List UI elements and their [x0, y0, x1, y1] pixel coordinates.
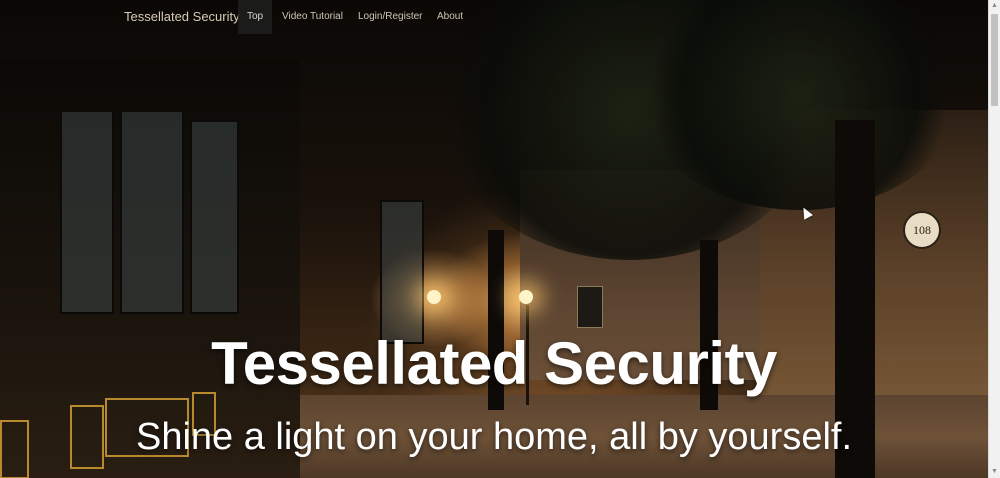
- nav-link-login-register[interactable]: Login/Register: [349, 0, 431, 34]
- scroll-down-arrow-icon[interactable]: ▼: [989, 466, 1000, 478]
- nav-link-video-tutorial[interactable]: Video Tutorial: [273, 0, 352, 34]
- nav-link-about[interactable]: About: [428, 0, 472, 34]
- hero-subtitle: Shine a light on your home, all by yours…: [135, 416, 853, 458]
- round-shop-sign: 108: [903, 211, 941, 249]
- nav-link-top[interactable]: Top: [238, 0, 272, 34]
- round-sign-number: 108: [913, 223, 931, 237]
- scrollbar-thumb[interactable]: [991, 14, 998, 106]
- hero-title: Tessellated Security: [211, 330, 777, 397]
- pub-hanging-sign: [577, 286, 603, 328]
- street-lamp: [519, 290, 533, 304]
- top-navbar: Tessellated Security Top Video Tutorial …: [0, 0, 988, 34]
- brand-link[interactable]: Tessellated Security: [124, 9, 240, 24]
- browser-viewport: 108 Tessellated Security Top Video Tutor…: [0, 0, 1000, 478]
- window: [190, 120, 239, 314]
- window: [60, 110, 114, 314]
- scroll-up-arrow-icon[interactable]: ▲: [989, 0, 1000, 12]
- window: [380, 200, 424, 344]
- window: [120, 110, 184, 314]
- vertical-scrollbar[interactable]: ▲ ▼: [988, 0, 1000, 478]
- hero-background-image: 108: [0, 0, 988, 478]
- wall-lamp: [427, 290, 441, 304]
